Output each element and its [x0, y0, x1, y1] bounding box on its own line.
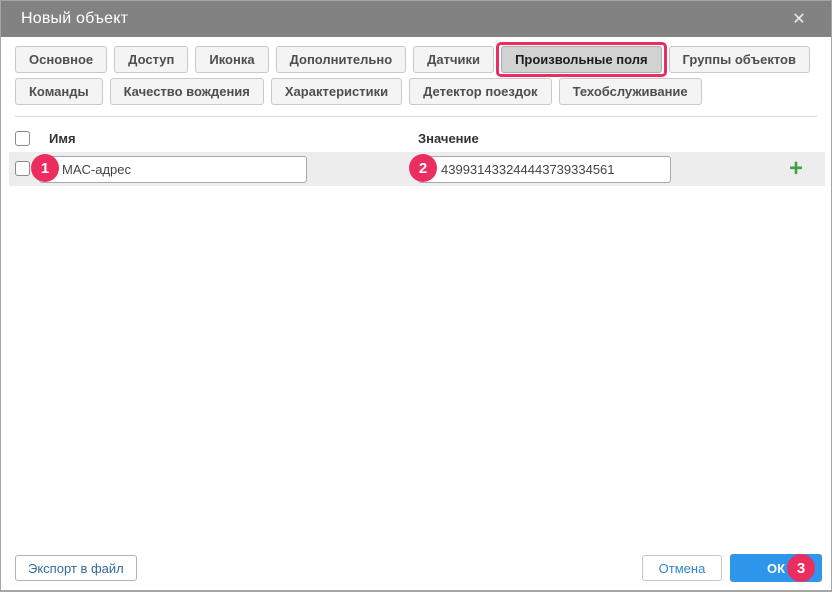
annotation-badge-1: 1	[31, 154, 59, 182]
annotation-badge-3: 3	[787, 554, 815, 582]
tab-dostup[interactable]: Доступ	[114, 46, 189, 73]
tabs-content-divider	[15, 116, 817, 117]
close-icon[interactable]: ✕	[781, 1, 817, 37]
field-value-input[interactable]	[418, 156, 671, 183]
tab-gruppy-obektov[interactable]: Группы объектов	[668, 46, 810, 73]
add-field-icon[interactable]: +	[789, 153, 803, 185]
tab-ikonka[interactable]: Иконка	[195, 46, 269, 73]
tab-proizvolnye-polya-label: Произвольные поля	[515, 52, 648, 67]
column-header-value: Значение	[418, 131, 479, 146]
dialog-title: Новый объект	[21, 10, 129, 27]
tabs-row-1: Основное Доступ Иконка Дополнительно Дат…	[15, 42, 817, 77]
field-name-input[interactable]	[39, 156, 307, 183]
tab-dopolnitelno[interactable]: Дополнительно	[275, 46, 407, 73]
tab-komandy[interactable]: Команды	[15, 78, 103, 105]
new-object-dialog: Новый объект ✕ Основное Доступ Иконка До…	[0, 0, 832, 592]
tab-proizvolnye-polya[interactable]: Произвольные поля	[496, 42, 667, 77]
dialog-titlebar: Новый объект ✕	[1, 1, 831, 37]
annotation-badge-2: 2	[409, 154, 437, 182]
tab-osnovnoe[interactable]: Основное	[15, 46, 108, 73]
tab-datchiki[interactable]: Датчики	[413, 46, 495, 73]
column-header-name: Имя	[49, 131, 76, 146]
tab-kharakteristiki[interactable]: Характеристики	[270, 78, 403, 105]
select-all-checkbox[interactable]	[15, 131, 30, 146]
tab-detektor-poezdok[interactable]: Детектор поездок	[409, 78, 552, 105]
tabs-row-2: Команды Качество вождения Характеристики…	[15, 78, 817, 105]
tab-tekhobsluzhivanie[interactable]: Техобслуживание	[558, 78, 702, 105]
row-checkbox[interactable]	[15, 161, 30, 176]
export-to-file-button[interactable]: Экспорт в файл	[15, 555, 137, 581]
cancel-button[interactable]: Отмена	[642, 555, 722, 581]
tab-kachestvo-vozhdeniya[interactable]: Качество вождения	[109, 78, 264, 105]
